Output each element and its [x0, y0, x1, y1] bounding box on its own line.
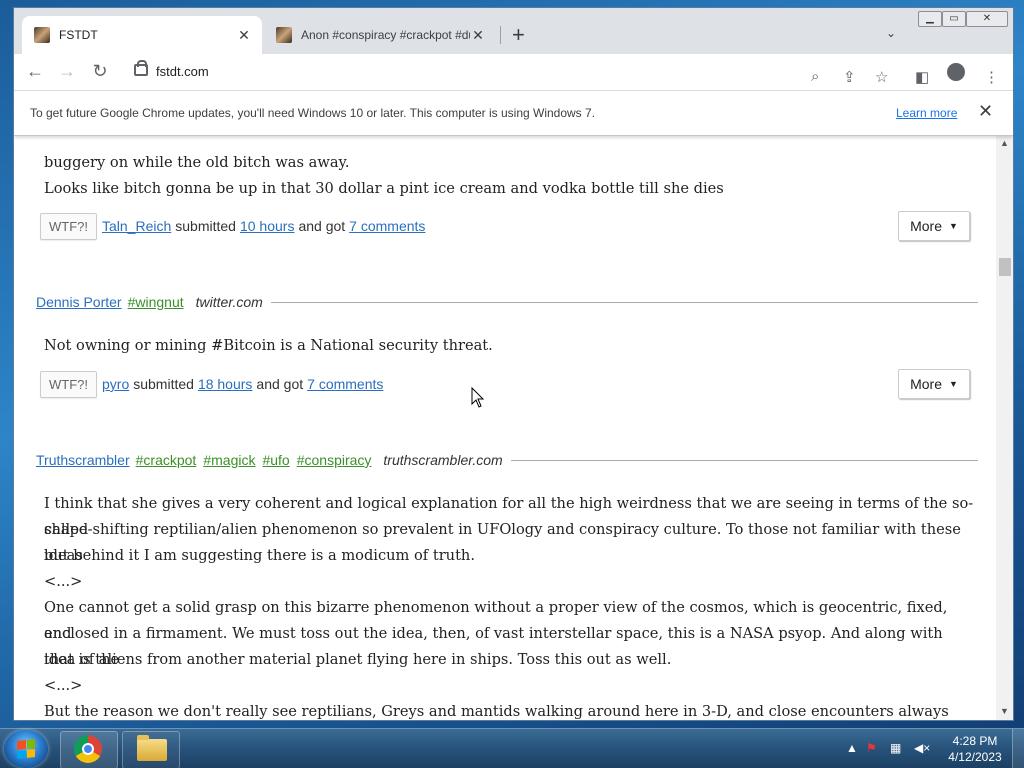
header-rule	[510, 459, 978, 461]
tag-link[interactable]: #ufo	[262, 452, 289, 468]
close-window-button[interactable]: ✕	[966, 11, 1008, 27]
tag-link[interactable]: #crackpot	[136, 452, 197, 468]
new-tab-button[interactable]: +	[512, 23, 525, 47]
comments-link[interactable]: 7 comments	[307, 376, 383, 392]
profile-avatar-icon[interactable]	[947, 63, 965, 81]
tag-link[interactable]: #wingnut	[128, 294, 184, 310]
taskbar-chrome-button[interactable]	[60, 731, 118, 768]
tab-fstdt[interactable]: FSTDT ✕	[22, 16, 262, 54]
fstdt-favicon-icon	[34, 27, 50, 43]
clock[interactable]: 4:28 PM 4/12/2023	[945, 733, 1005, 765]
taskbar-explorer-button[interactable]	[122, 731, 180, 768]
header-rule	[270, 301, 978, 303]
tab-separator	[500, 26, 501, 44]
reload-icon[interactable]: ↻	[89, 61, 111, 82]
tab-search-icon[interactable]: ⌄	[886, 26, 896, 40]
tray-expand-icon[interactable]: ▲	[846, 741, 858, 755]
more-button[interactable]: More ▼	[898, 211, 970, 241]
post-body-line: <...>	[44, 677, 83, 694]
tab-strip: FSTDT ✕ Anon #conspiracy #crackpot #du ✕…	[14, 8, 1013, 54]
wtf-button[interactable]: WTF?!	[40, 212, 97, 240]
submitter-link[interactable]: pyro	[102, 376, 129, 392]
submitter-link[interactable]: Taln_Reich	[102, 218, 171, 234]
infobar-message: To get future Google Chrome updates, you…	[30, 106, 596, 120]
submitted-text: submitted	[133, 376, 194, 392]
network-icon[interactable]: ▦	[890, 741, 901, 755]
tab-anon[interactable]: Anon #conspiracy #crackpot #du ✕	[264, 16, 496, 54]
tag-link[interactable]: #magick	[203, 452, 255, 468]
zoom-search-icon[interactable]: ⌕	[811, 68, 819, 85]
submitted-text: submitted	[175, 218, 236, 234]
scroll-down-icon[interactable]: ▼	[1000, 706, 1009, 716]
post-meta: WTF?! pyro submitted 18 hours and got 7 …	[40, 369, 970, 399]
post-body-line: <...>	[44, 573, 83, 590]
fstdt-favicon-icon	[276, 27, 292, 43]
wtf-button[interactable]: WTF?!	[40, 370, 97, 398]
clock-time: 4:28 PM	[952, 734, 998, 748]
update-infobar: To get future Google Chrome updates, you…	[14, 90, 1013, 136]
start-button[interactable]	[4, 730, 48, 768]
forward-arrow-icon[interactable]: →	[56, 61, 78, 82]
address-bar[interactable]: fstdt.com	[124, 58, 904, 86]
scroll-thumb[interactable]	[999, 258, 1011, 276]
volume-muted-icon[interactable]: ◀×	[914, 741, 930, 755]
share-icon[interactable]: ⇪	[843, 68, 856, 86]
learn-more-link[interactable]: Learn more	[896, 106, 957, 120]
post-header: Dennis Porter #wingnut twitter.com	[36, 292, 978, 312]
show-desktop-button[interactable]	[1012, 729, 1024, 768]
scroll-up-icon[interactable]: ▲	[1000, 138, 1009, 148]
caret-down-icon: ▼	[948, 221, 958, 231]
tab-close-icon[interactable]: ✕	[470, 27, 486, 44]
windows-logo-icon	[17, 739, 35, 759]
chrome-window: FSTDT ✕ Anon #conspiracy #crackpot #du ✕…	[14, 8, 1013, 720]
tab-title: FSTDT	[59, 28, 98, 42]
browser-toolbar: ← → ↻ fstdt.com ⌕ ⇪ ☆ ◧ ⋮	[14, 54, 1013, 90]
url-text[interactable]: fstdt.com	[156, 64, 209, 79]
more-button[interactable]: More ▼	[898, 369, 970, 399]
post-body-line: buggery on while the old bitch was away.	[44, 154, 350, 171]
post-author-link[interactable]: Dennis Porter	[36, 294, 122, 310]
post-body-line: idea of aliens from another material pla…	[44, 651, 672, 668]
back-arrow-icon[interactable]: ←	[24, 61, 46, 82]
post-meta: WTF?! Taln_Reich submitted 10 hours and …	[40, 211, 970, 241]
tag-link[interactable]: #conspiracy	[297, 452, 372, 468]
and-got-text: and got	[298, 218, 346, 234]
chrome-icon	[74, 735, 102, 763]
post-source: twitter.com	[195, 294, 263, 310]
kebab-menu-icon[interactable]: ⋮	[984, 68, 999, 86]
more-label: More	[910, 376, 942, 392]
infobar-close-icon[interactable]: ✕	[978, 101, 993, 122]
comments-link[interactable]: 7 comments	[349, 218, 425, 234]
post-source: truthscrambler.com	[383, 452, 503, 468]
taskbar: ▲ ⚑ ▦ ◀× 4:28 PM 4/12/2023	[0, 728, 1024, 768]
mouse-cursor-icon	[471, 387, 485, 408]
post-header: Truthscrambler #crackpot #magick #ufo #c…	[36, 450, 978, 470]
folder-icon	[137, 735, 167, 761]
post-body-line: Looks like bitch gonna be up in that 30 …	[44, 180, 724, 197]
caret-down-icon: ▼	[948, 379, 958, 389]
age-link[interactable]: 18 hours	[198, 376, 252, 392]
tab-close-icon[interactable]: ✕	[236, 27, 252, 44]
clock-date: 4/12/2023	[948, 750, 1002, 764]
post-body-line: but behind it I am suggesting there is a…	[44, 547, 475, 564]
post-body-line: But the reason we don't really see repti…	[44, 703, 949, 720]
page-content: buggery on while the old bitch was away.…	[14, 134, 996, 720]
lock-icon[interactable]	[134, 60, 148, 76]
side-panel-icon[interactable]: ◧	[915, 68, 929, 86]
post-body-line: Not owning or mining #Bitcoin is a Natio…	[44, 337, 493, 354]
age-link[interactable]: 10 hours	[240, 218, 294, 234]
page-scrollbar[interactable]: ▲ ▼	[996, 134, 1013, 720]
action-center-icon[interactable]: ⚑	[866, 741, 877, 755]
maximize-button[interactable]: ▭	[942, 11, 966, 27]
minimize-button[interactable]: ▁	[918, 11, 942, 27]
more-label: More	[910, 218, 942, 234]
and-got-text: and got	[256, 376, 304, 392]
bookmark-star-icon[interactable]: ☆	[875, 68, 888, 86]
post-author-link[interactable]: Truthscrambler	[36, 452, 130, 468]
tab-title: Anon #conspiracy #crackpot #du	[301, 28, 470, 42]
